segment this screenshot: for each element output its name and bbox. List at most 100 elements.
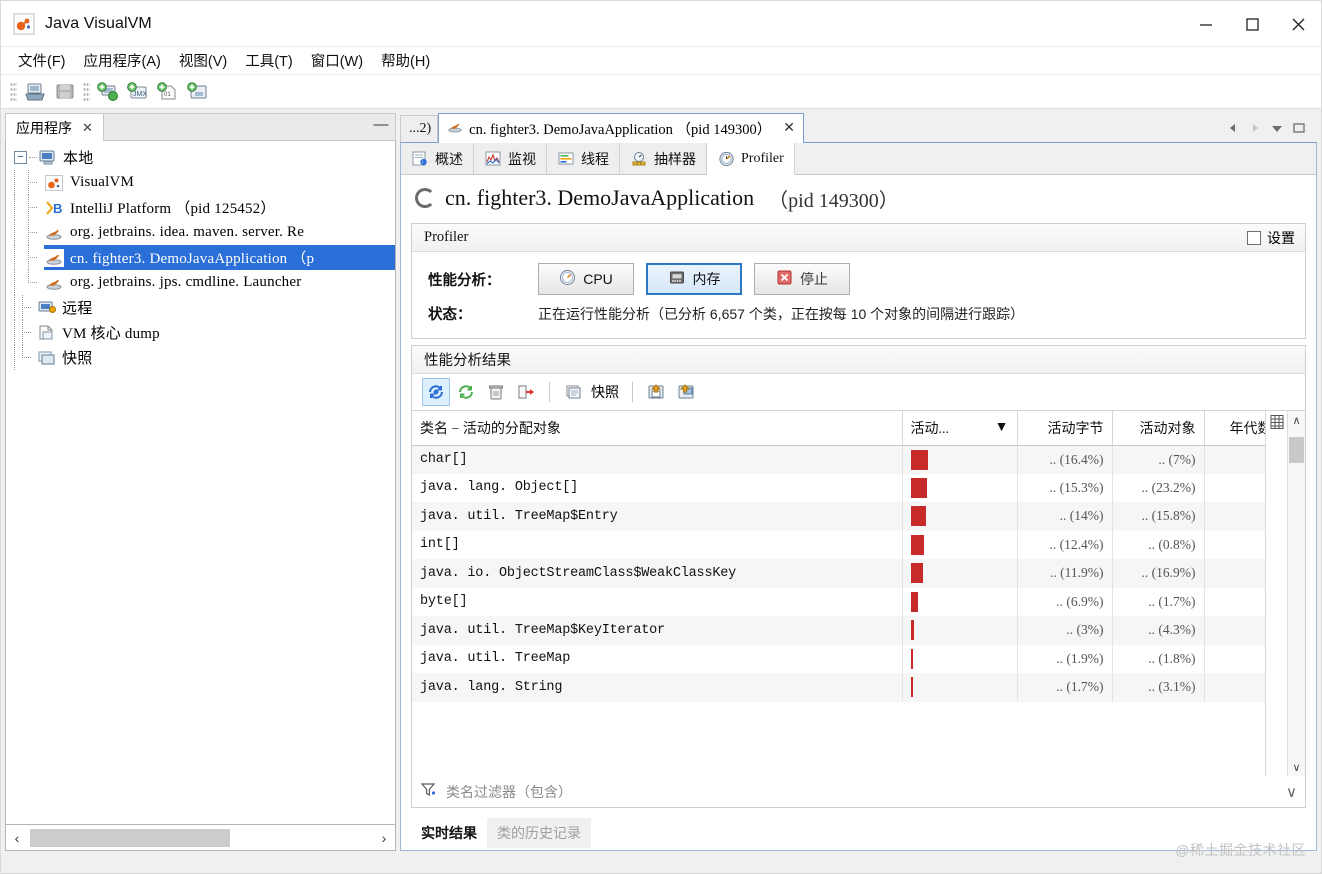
sidebar-horizontal-scrollbar[interactable]: ‹ › bbox=[5, 825, 396, 851]
tab-sampler[interactable]: 抽样器 bbox=[620, 143, 707, 174]
stop-button[interactable]: 停止 bbox=[754, 263, 850, 295]
table-row[interactable]: char[] .. (16.4%) .. (7%) 1 bbox=[412, 445, 1265, 474]
add-snapshot-icon[interactable]: 01 bbox=[154, 79, 182, 105]
tab-truncated[interactable]: ...2) bbox=[400, 115, 438, 143]
tab-demojavaapplication[interactable]: cn. fighter3. DemoJavaApplication （pid 1… bbox=[438, 113, 804, 143]
tree-node-local-label: 本地 bbox=[63, 147, 93, 168]
add-remote-icon[interactable] bbox=[184, 79, 212, 105]
table-row[interactable]: java. util. TreeMap$KeyIterator .. (3%) … bbox=[412, 616, 1265, 645]
remote-icon bbox=[36, 299, 56, 317]
filter-input[interactable]: 类名过滤器（包含） bbox=[446, 782, 1278, 802]
column-header-live-objects-label: 活动对象 bbox=[1140, 422, 1196, 437]
scroll-tabs-left-icon[interactable] bbox=[1223, 118, 1243, 138]
scroll-left-icon[interactable]: ‹ bbox=[6, 830, 28, 846]
chevron-down-icon[interactable] bbox=[1267, 118, 1287, 138]
column-header-generations[interactable]: 年代数 bbox=[1204, 411, 1265, 445]
scroll-thumb[interactable] bbox=[30, 829, 230, 847]
add-jmx-connection-icon[interactable]: JMX bbox=[124, 79, 152, 105]
column-header-live-objects[interactable]: 活动对象 bbox=[1112, 411, 1204, 445]
tree-node-demojavaapplication[interactable]: cn. fighter3. DemoJavaApplication （p bbox=[6, 245, 395, 270]
maximize-button[interactable] bbox=[1229, 1, 1275, 47]
close-button[interactable] bbox=[1275, 1, 1321, 47]
filter-icon bbox=[420, 782, 438, 801]
tree-node-visualvm[interactable]: VisualVM bbox=[6, 170, 395, 195]
scroll-down-icon[interactable]: ∨ bbox=[1292, 758, 1300, 776]
sort-descending-icon[interactable]: ▼ bbox=[995, 420, 1009, 436]
tab-class-history[interactable]: 类的历史记录 bbox=[487, 818, 591, 848]
cpu-button[interactable]: CPU bbox=[538, 263, 634, 295]
table-row[interactable]: java. util. TreeMap$Entry .. (14%) .. (1… bbox=[412, 502, 1265, 531]
menu-tools[interactable]: 工具(T) bbox=[236, 48, 302, 73]
save-snapshot-icon[interactable] bbox=[642, 378, 670, 406]
load-icon[interactable] bbox=[21, 79, 49, 105]
menu-help[interactable]: 帮助(H) bbox=[372, 48, 439, 73]
close-icon[interactable]: ✕ bbox=[82, 120, 93, 136]
refresh-icon[interactable] bbox=[452, 378, 480, 406]
tree-node-snapshots[interactable]: 快照 bbox=[6, 345, 395, 370]
expander-icon[interactable]: − bbox=[14, 151, 27, 164]
settings-toggle[interactable]: 设置 bbox=[1247, 228, 1295, 248]
view-tabs-filler bbox=[795, 143, 1316, 174]
close-icon[interactable]: ✕ bbox=[783, 120, 795, 137]
tree-node-intellij[interactable]: B IntelliJ Platform （pid 125452） bbox=[6, 195, 395, 220]
cell-live-bar bbox=[902, 673, 1017, 702]
results-mode-tabs: 实时结果 类的历史记录 bbox=[411, 808, 1306, 850]
memory-button[interactable]: 内存 bbox=[646, 263, 742, 295]
column-selector-icon[interactable] bbox=[1265, 411, 1287, 776]
table-row[interactable]: java. io. ObjectStreamClass$WeakClassKey… bbox=[412, 559, 1265, 588]
tab-monitor[interactable]: 监视 bbox=[474, 143, 547, 174]
menu-file[interactable]: 文件(F) bbox=[9, 48, 75, 73]
table-row[interactable]: int[] .. (12.4%) .. (0.8%) 1 bbox=[412, 531, 1265, 560]
status-row: 状态： 正在运行性能分析（已分析 6,657 个类，正在按每 10 个对象的间隔… bbox=[412, 296, 1305, 330]
menu-applications[interactable]: 应用程序(A) bbox=[75, 48, 170, 73]
menu-view[interactable]: 视图(V) bbox=[170, 48, 236, 73]
export-icon[interactable] bbox=[512, 378, 540, 406]
cell-classname: java. util. TreeMap bbox=[412, 645, 902, 674]
results-table-scroll[interactable]: 类名 − 活动的分配对象 活动... ▼ bbox=[412, 411, 1265, 776]
save-icon[interactable] bbox=[51, 79, 79, 105]
cpu-icon bbox=[559, 269, 576, 289]
column-header-live-bytes[interactable]: 活动字节 bbox=[1017, 411, 1112, 445]
table-row[interactable]: byte[] .. (6.9%) .. (1.7%) 1 bbox=[412, 588, 1265, 617]
tab-live-results[interactable]: 实时结果 bbox=[411, 818, 487, 848]
tree-node-remote[interactable]: 远程 bbox=[6, 295, 395, 320]
tree-node-jps-launcher[interactable]: org. jetbrains. jps. cmdline. Launcher bbox=[6, 270, 395, 295]
tab-truncated-label: ...2) bbox=[409, 121, 431, 137]
minimize-button[interactable] bbox=[1183, 1, 1229, 47]
tab-applications[interactable]: 应用程序 ✕ bbox=[5, 113, 104, 141]
table-row[interactable]: java. lang. String .. (1.7%) .. (3.1%) 1 bbox=[412, 673, 1265, 702]
scroll-thumb[interactable] bbox=[1289, 437, 1304, 463]
tree-node-local[interactable]: − 本地 bbox=[6, 145, 395, 170]
minimize-icon[interactable]: — bbox=[367, 116, 395, 139]
save-image-icon[interactable] bbox=[672, 378, 700, 406]
maximize-panel-icon[interactable] bbox=[1289, 118, 1309, 138]
column-header-live-bytes-bar[interactable]: 活动... ▼ bbox=[902, 411, 1017, 445]
auto-refresh-icon[interactable] bbox=[422, 378, 450, 406]
class-name-filter[interactable]: 类名过滤器（包含） ∨ bbox=[411, 776, 1306, 808]
tree-node-maven-server[interactable]: org. jetbrains. idea. maven. server. Re bbox=[6, 220, 395, 245]
tab-demojavaapplication-label: cn. fighter3. DemoJavaApplication （pid 1… bbox=[469, 118, 771, 139]
intellij-icon: B bbox=[44, 199, 64, 217]
menu-window[interactable]: 窗口(W) bbox=[302, 48, 372, 73]
snapshot-icon[interactable] bbox=[559, 378, 587, 406]
tab-threads[interactable]: 线程 bbox=[547, 143, 620, 174]
scroll-tabs-right-icon[interactable] bbox=[1245, 118, 1265, 138]
scroll-up-icon[interactable]: ∧ bbox=[1292, 411, 1300, 429]
table-header-row: 类名 − 活动的分配对象 活动... ▼ bbox=[412, 411, 1265, 445]
scroll-track[interactable] bbox=[28, 828, 373, 848]
add-jmx-host-icon[interactable] bbox=[94, 79, 122, 105]
results-vertical-scrollbar[interactable]: ∧ ∨ bbox=[1287, 411, 1305, 776]
chevron-down-icon[interactable]: ∨ bbox=[1286, 783, 1297, 801]
applications-tree[interactable]: − 本地 VisualVM bbox=[5, 141, 396, 825]
tab-profiler[interactable]: Profiler bbox=[707, 143, 795, 175]
settings-checkbox[interactable] bbox=[1247, 231, 1261, 245]
tab-overview[interactable]: i 概述 bbox=[401, 143, 474, 174]
reset-results-icon[interactable] bbox=[482, 378, 510, 406]
tree-node-vm-coredump[interactable]: VM 核心 dump bbox=[6, 320, 395, 345]
scroll-right-icon[interactable]: › bbox=[373, 830, 395, 846]
scroll-track[interactable] bbox=[1288, 429, 1305, 758]
column-header-classname[interactable]: 类名 − 活动的分配对象 bbox=[412, 411, 902, 445]
table-row[interactable]: java. util. TreeMap .. (1.9%) .. (1.8%) … bbox=[412, 645, 1265, 674]
results-toolbar: 快照 bbox=[412, 374, 1305, 410]
table-row[interactable]: java. lang. Object[] .. (15.3%) .. (23.2… bbox=[412, 474, 1265, 503]
